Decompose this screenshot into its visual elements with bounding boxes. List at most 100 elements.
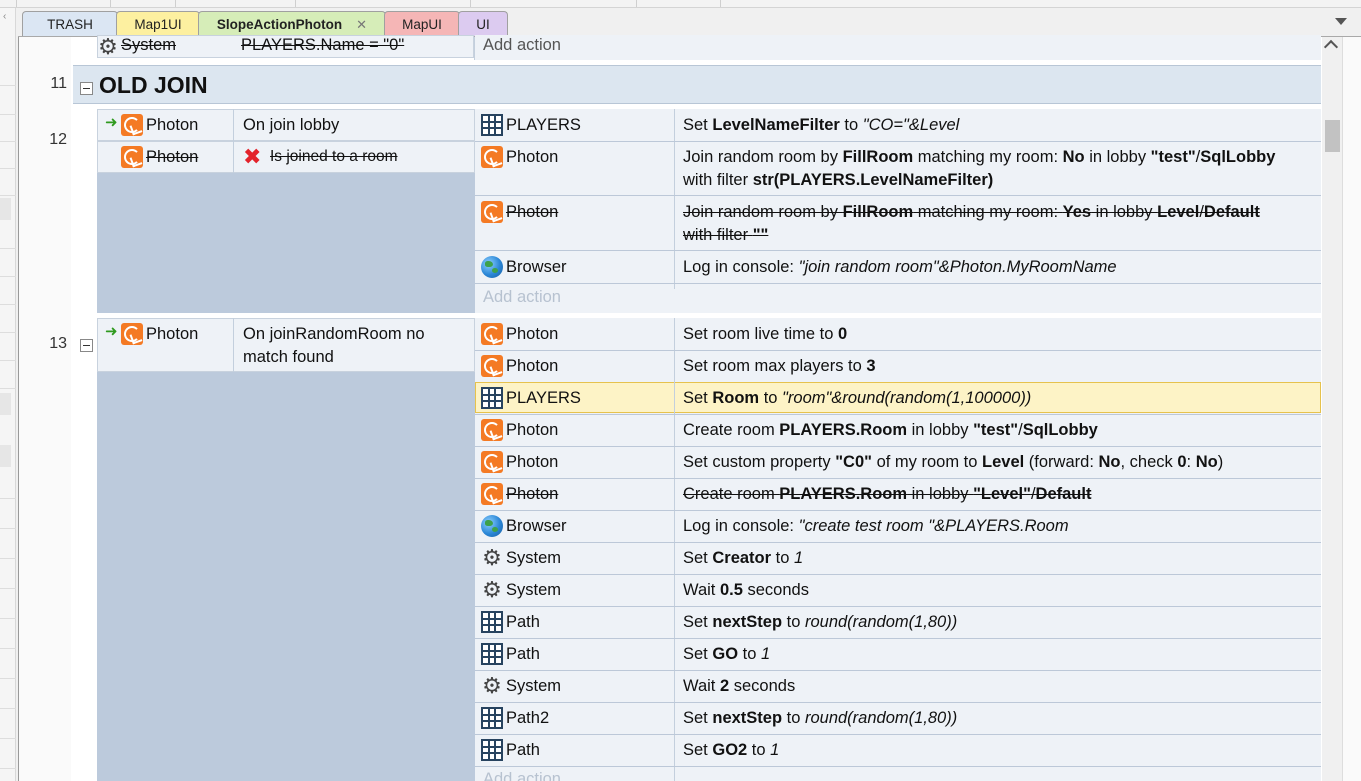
event12-condition-1-text: On join lobby	[243, 116, 340, 134]
gear-icon: ⚙	[482, 577, 502, 602]
event13-condition-object: Photon	[146, 325, 199, 343]
left-sidebar: ‹	[0, 8, 16, 781]
action-text: Set nextStep to round(random(1,80))	[683, 709, 958, 727]
photon-icon	[121, 146, 143, 168]
action-text: Join random room by FillRoom matching my…	[683, 203, 1260, 244]
action-object: Browser	[506, 517, 567, 535]
globe-icon	[481, 515, 503, 537]
event12-condition-2-object: Photon	[146, 148, 199, 166]
action-text: Log in console: "join random room"&Photo…	[683, 258, 1117, 276]
chevron-down-icon[interactable]	[1335, 18, 1347, 25]
action-object: Photon	[506, 453, 559, 471]
vertical-scrollbar[interactable]	[1322, 37, 1342, 781]
action-object: Path2	[506, 709, 550, 727]
tab-mapui-label: MapUI	[402, 16, 442, 32]
action-object: Path	[506, 613, 540, 631]
action-text: Create room PLAYERS.Room in lobby "test"…	[683, 421, 1098, 439]
action-object: Browser	[506, 258, 567, 276]
row-number-13: 13	[49, 335, 67, 352]
tab-map1ui-label: Map1UI	[134, 16, 182, 32]
action-text: Set Room to "room"&round(random(1,100000…	[683, 389, 1032, 407]
row-number-11: 11	[50, 75, 67, 92]
action-object: System	[506, 549, 562, 567]
action-object: Path	[506, 645, 540, 663]
right-edge	[1342, 37, 1361, 781]
tab-trash-label: TRASH	[47, 16, 93, 32]
grid-icon	[481, 707, 503, 729]
chevron-left-icon[interactable]: ‹	[3, 11, 6, 22]
top-strip	[0, 0, 1361, 8]
add-action-13[interactable]: Add action	[483, 770, 561, 781]
action-text: Set room live time to 0	[683, 325, 848, 343]
tab-map1ui[interactable]: Map1UI	[116, 11, 200, 36]
photon-icon	[481, 355, 503, 377]
event12-condition-2-text: Is joined to a room	[270, 148, 398, 165]
grid-icon	[481, 387, 503, 409]
add-action-top[interactable]: Add action	[483, 34, 561, 56]
tab-trash[interactable]: TRASH	[22, 11, 118, 36]
trigger-arrow-icon: ➜	[105, 323, 118, 340]
globe-icon	[481, 256, 503, 278]
photon-icon	[481, 483, 503, 505]
action-object: System	[506, 677, 562, 695]
action-text: Set room max players to 3	[683, 357, 876, 375]
gear-icon: ⚙	[482, 545, 502, 570]
grid-icon	[481, 611, 503, 633]
photon-icon	[481, 419, 503, 441]
action-object: Photon	[506, 148, 559, 166]
action-object: System	[506, 581, 562, 599]
tab-ui-label: UI	[476, 16, 490, 32]
action-object: Photon	[506, 203, 559, 221]
group-title: OLD JOIN	[99, 72, 208, 98]
trigger-arrow-icon: ➜	[105, 114, 118, 131]
collapse-toggle-11[interactable]	[80, 82, 93, 95]
photon-icon	[481, 146, 503, 168]
collapse-toggle-13[interactable]	[80, 339, 93, 352]
add-action-top-bg	[475, 35, 1321, 60]
close-icon[interactable]: ✕	[356, 17, 367, 33]
action-object: Path	[506, 741, 540, 759]
action-object: PLAYERS	[506, 116, 581, 134]
event13-condition-text: On joinRandomRoom no match found	[243, 325, 425, 366]
action-text: Set custom property "C0" of my room to L…	[683, 453, 1224, 471]
photon-icon	[121, 114, 143, 136]
sheet-tab-bar: TRASH Map1UI SlopeActionPhoton ✕ MapUI UI	[18, 10, 1361, 37]
photon-icon	[121, 323, 143, 345]
photon-icon	[481, 323, 503, 345]
action-text: Join random room by FillRoom matching my…	[683, 148, 1276, 189]
event13-block	[97, 318, 475, 781]
tab-mapui[interactable]: MapUI	[384, 11, 460, 36]
add-action-12[interactable]: Add action	[483, 288, 561, 307]
action-object: PLAYERS	[506, 389, 581, 407]
invert-x-icon: ✖	[243, 144, 262, 169]
gear-icon: ⚙	[482, 673, 502, 698]
scroll-up-icon[interactable]	[1323, 39, 1339, 55]
condition-text-top: PLAYERS.Name = "0"	[241, 36, 405, 54]
group-header-old-join[interactable]: OLD JOIN	[73, 65, 1321, 104]
action-text: Set nextStep to round(random(1,80))	[683, 613, 958, 631]
action-object: Photon	[506, 325, 559, 343]
action-text: Set GO to 1	[683, 645, 771, 663]
grid-icon	[481, 114, 503, 136]
tab-slopeactionphoton-label: SlopeActionPhoton	[216, 17, 343, 32]
action-object: Photon	[506, 357, 559, 375]
event12-condition-1-object: Photon	[146, 116, 199, 134]
row-number-12: 12	[49, 131, 67, 148]
event-sheet: ⚙ System PLAYERS.Name = "0" Add action 1…	[18, 34, 1361, 781]
action-text: Wait 2 seconds	[683, 677, 796, 695]
condition-object-top: System	[121, 36, 177, 54]
grid-icon	[481, 643, 503, 665]
scroll-thumb[interactable]	[1325, 120, 1340, 152]
action-object: Photon	[506, 485, 559, 503]
photon-icon	[481, 201, 503, 223]
action-text: Set LevelNameFilter to "CO="&Level	[683, 116, 960, 134]
tab-ui[interactable]: UI	[458, 11, 508, 36]
event-sheet-window: ‹ TRASH Map1UI SlopeActionPhoton ✕ MapUI …	[0, 0, 1361, 781]
action-object: Photon	[506, 421, 559, 439]
photon-icon	[481, 451, 503, 473]
action-text: Set GO2 to 1	[683, 741, 780, 759]
gear-icon: ⚙	[98, 34, 118, 59]
action-text: Create room PLAYERS.Room in lobby "Level…	[683, 485, 1092, 503]
action-text: Log in console: "create test room "&PLAY…	[683, 517, 1069, 535]
action-text: Set Creator to 1	[683, 549, 804, 567]
